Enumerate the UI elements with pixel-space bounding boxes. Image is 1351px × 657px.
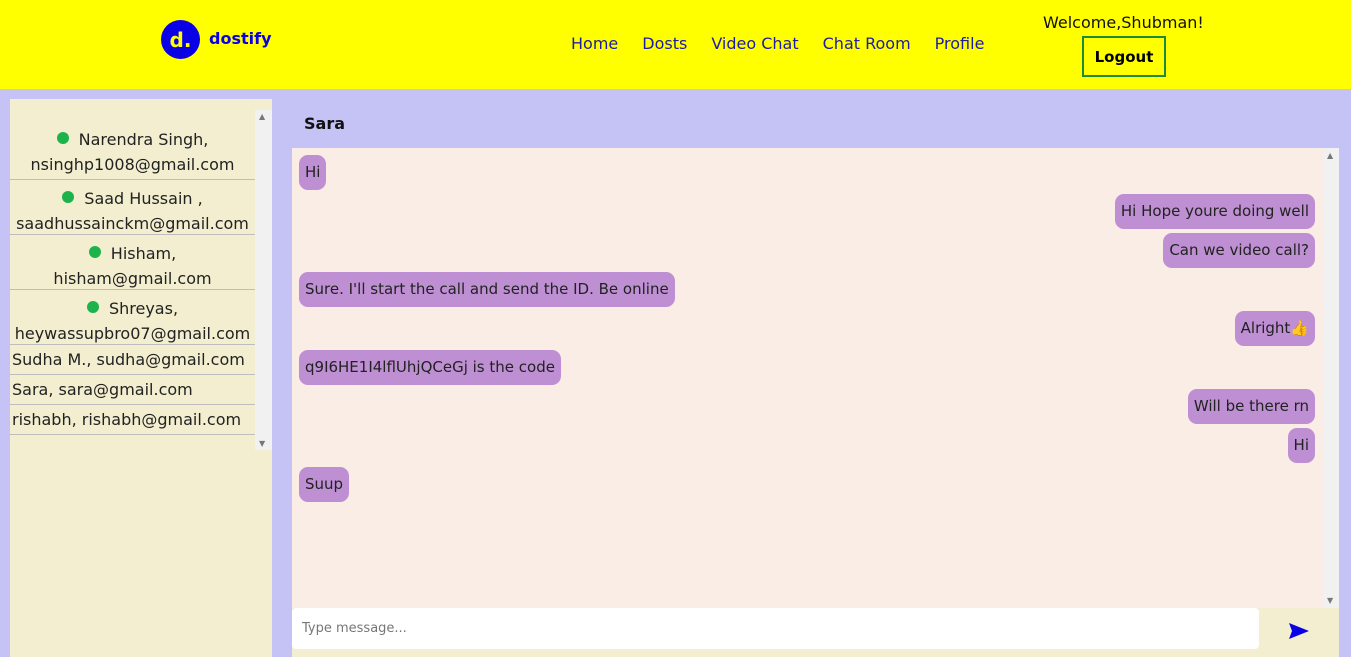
- scroll-up-icon[interactable]: ▲: [1327, 151, 1333, 160]
- brand-logo[interactable]: d. dostify: [161, 20, 272, 59]
- main-nav: Home Dosts Video Chat Chat Room Profile: [571, 34, 1008, 53]
- scroll-down-icon[interactable]: ▼: [1327, 596, 1333, 605]
- welcome-text: Welcome,Shubman!: [1043, 13, 1204, 32]
- message-list: Hi Hi Hope youre doing well Can we video…: [292, 148, 1323, 608]
- online-status-icon: [88, 246, 101, 258]
- nav-video-chat[interactable]: Video Chat: [711, 34, 798, 53]
- contact-item-sudha[interactable]: Sudha M., sudha@gmail.com: [10, 345, 255, 375]
- send-icon[interactable]: [1288, 622, 1310, 640]
- logo-icon: d.: [161, 20, 200, 59]
- message-bubble-outgoing: Hi Hope youre doing well: [1114, 194, 1315, 229]
- nav-home[interactable]: Home: [571, 34, 618, 53]
- nav-profile[interactable]: Profile: [935, 34, 985, 53]
- message-bubble-outgoing: Hi: [1287, 428, 1315, 463]
- message-composer: [292, 608, 1339, 657]
- contact-name: Hisham,: [110, 244, 177, 263]
- message-bubble-incoming: Sure. I'll start the call and send the I…: [299, 272, 675, 307]
- contact-item-hisham[interactable]: Hisham, hisham@gmail.com: [10, 235, 255, 290]
- contacts-sidebar: Narendra Singh, nsinghp1008@gmail.com Sa…: [10, 99, 272, 657]
- logout-button[interactable]: Logout: [1082, 36, 1166, 77]
- online-status-icon: [62, 191, 75, 203]
- contact-name: Narendra Singh,: [78, 130, 209, 149]
- contact-name: Saad Hussain ,: [84, 189, 203, 208]
- contact-email: heywassupbro07@gmail.com: [14, 324, 251, 343]
- message-bubble-outgoing: Can we video call?: [1163, 233, 1315, 268]
- sidebar-scrollbar[interactable]: ▲ ▼: [255, 110, 272, 450]
- nav-chat-room[interactable]: Chat Room: [823, 34, 911, 53]
- message-bubble-incoming: Suup: [299, 467, 350, 502]
- contact-email: nsinghp1008@gmail.com: [30, 155, 235, 174]
- contact-item-sara[interactable]: Sara, sara@gmail.com: [10, 375, 255, 405]
- contact-item-saad[interactable]: Saad Hussain , saadhussainckm@gmail.com: [10, 180, 255, 235]
- contact-name: Shreyas,: [108, 299, 179, 318]
- contact-item-shreyas[interactable]: Shreyas, heywassupbro07@gmail.com: [10, 290, 255, 345]
- message-bubble-incoming: Hi: [299, 155, 327, 190]
- nav-dosts[interactable]: Dosts: [642, 34, 687, 53]
- message-bubble-incoming: q9I6HE1I4lflUhjQCeGj is the code: [299, 350, 561, 385]
- scroll-down-icon[interactable]: ▼: [259, 439, 265, 448]
- online-status-icon: [56, 132, 69, 144]
- chat-scrollbar[interactable]: ▲ ▼: [1323, 148, 1339, 608]
- chat-title: Sara: [304, 114, 346, 133]
- scroll-up-icon[interactable]: ▲: [259, 112, 265, 121]
- message-bubble-outgoing: Will be there rn: [1187, 389, 1315, 424]
- contact-list: Narendra Singh, nsinghp1008@gmail.com Sa…: [10, 110, 255, 435]
- contact-item-narendra[interactable]: Narendra Singh, nsinghp1008@gmail.com: [10, 110, 255, 180]
- brand-name: dostify: [209, 29, 272, 48]
- message-input[interactable]: [292, 608, 1259, 649]
- message-bubble-outgoing: Alright👍: [1234, 311, 1315, 346]
- top-header: d. dostify Home Dosts Video Chat Chat Ro…: [0, 0, 1351, 89]
- contact-item-rishabh[interactable]: rishabh, rishabh@gmail.com: [10, 405, 255, 435]
- contact-email: hisham@gmail.com: [53, 269, 212, 288]
- contact-email: saadhussainckm@gmail.com: [16, 214, 249, 233]
- online-status-icon: [86, 301, 99, 313]
